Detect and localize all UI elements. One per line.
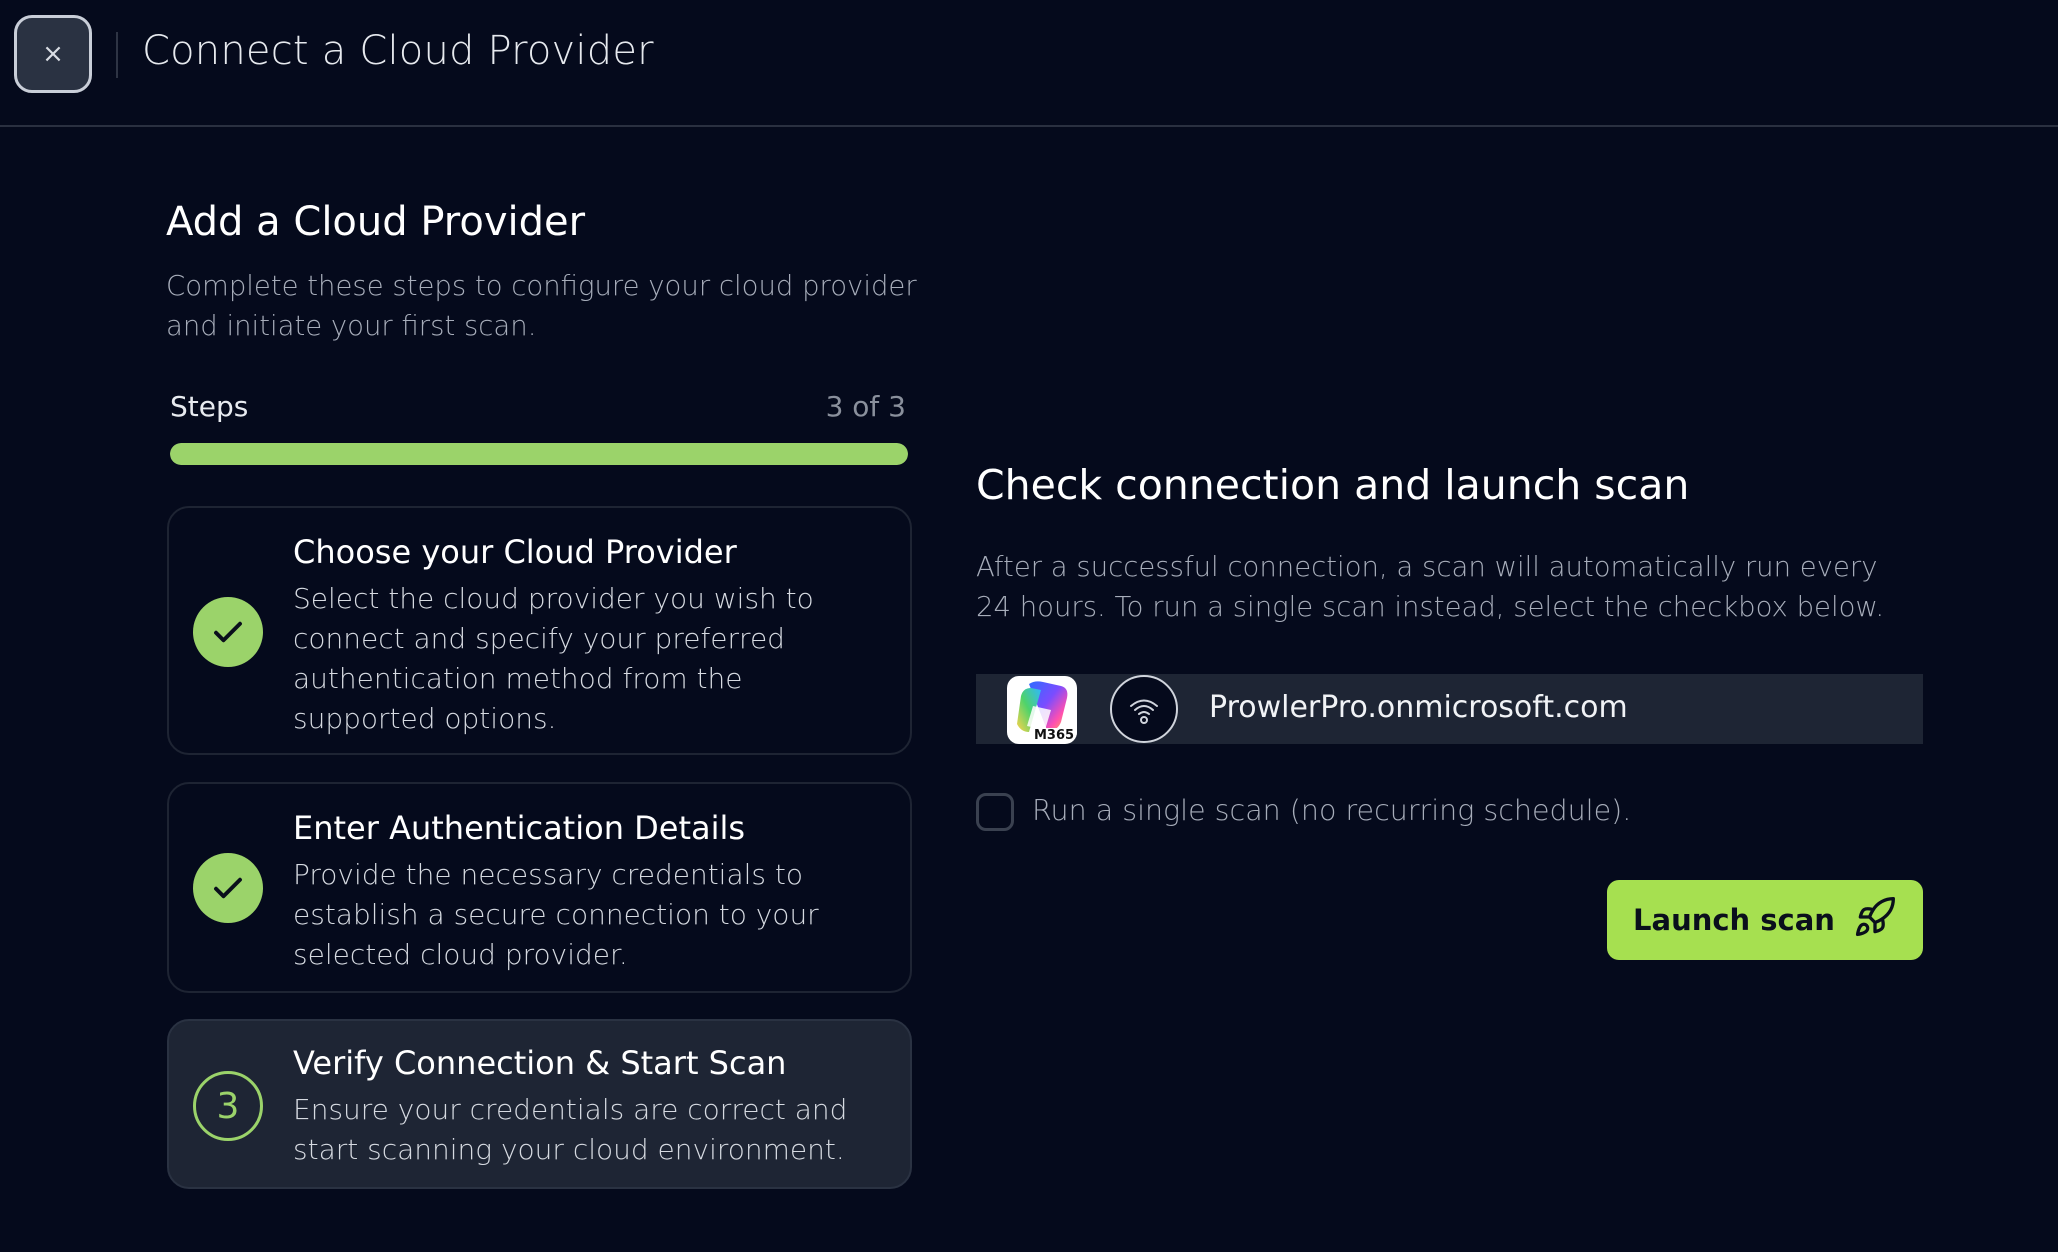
step-description: Ensure your credentials are correct and … — [293, 1093, 848, 1166]
check-icon — [193, 853, 263, 923]
sidebar-title: Add a Cloud Provider — [166, 199, 586, 245]
step-card-choose-provider: Choose your Cloud Provider Select the cl… — [167, 506, 912, 755]
steps-progress-bar — [170, 443, 908, 465]
check-icon — [193, 597, 263, 667]
step-title: Choose your Cloud Provider — [293, 533, 737, 571]
step-number-badge: 3 — [193, 1071, 263, 1141]
rocket-icon — [1853, 895, 1897, 946]
microsoft-365-icon: M365 — [1007, 676, 1077, 744]
step-description: Provide the necessary credentials to est… — [293, 858, 819, 971]
single-scan-label[interactable]: Run a single scan (no recurring schedule… — [1032, 794, 1631, 827]
progress-fill — [170, 443, 908, 465]
step-title: Enter Authentication Details — [293, 809, 746, 847]
header-bar: × Connect a Cloud Provider — [0, 0, 2058, 127]
wifi-connection-icon — [1110, 675, 1178, 743]
steps-count: 3 of 3 — [825, 390, 906, 423]
steps-label: Steps — [170, 390, 249, 423]
m365-label: M365 — [1031, 728, 1077, 743]
step-card-verify-connection: 3 Verify Connection & Start Scan Ensure … — [167, 1019, 912, 1189]
provider-alias: ProwlerPro.onmicrosoft.com — [1209, 690, 1628, 725]
launch-scan-button[interactable]: Launch scan — [1607, 880, 1923, 960]
sidebar-description: Complete these steps to configure your c… — [166, 270, 917, 342]
page-title: Connect a Cloud Provider — [142, 28, 654, 74]
launch-scan-label: Launch scan — [1633, 903, 1835, 937]
header-divider — [116, 32, 118, 78]
step-description: Select the cloud provider you wish to co… — [293, 582, 814, 735]
single-scan-checkbox[interactable] — [976, 793, 1014, 831]
provider-row: M365 ProwlerPro.onmicrosoft.com — [976, 674, 1923, 744]
step-title: Verify Connection & Start Scan — [293, 1044, 787, 1082]
section-description: After a successful connection, a scan wi… — [976, 551, 1885, 623]
step-card-authentication: Enter Authentication Details Provide the… — [167, 782, 912, 993]
close-icon: × — [42, 39, 64, 69]
close-button[interactable]: × — [14, 15, 92, 93]
section-title: Check connection and launch scan — [976, 461, 1690, 509]
